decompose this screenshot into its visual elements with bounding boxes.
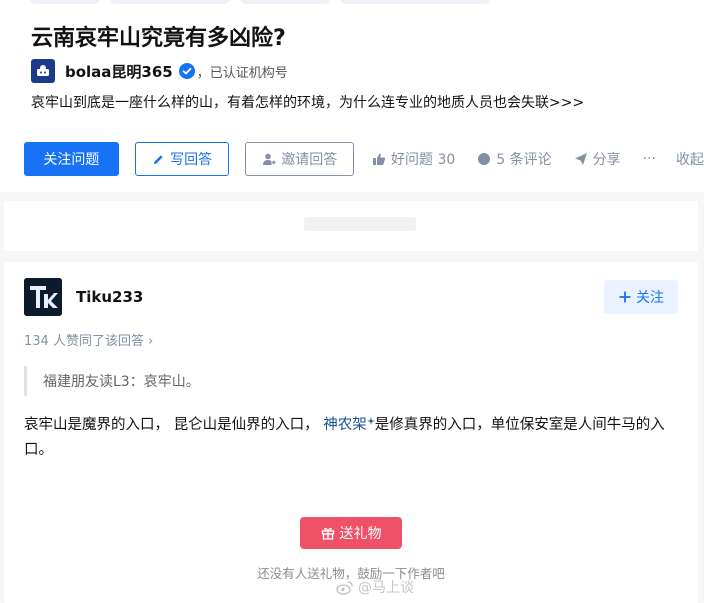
write-answer-label: 写回答 [170,152,213,168]
question-description[interactable]: 哀牢山到底是一座什么样的山，有着怎样的环境，为什么连专业的地质人员也会失联>>> [31,92,584,112]
question-header: 云南哀牢山究竟有多凶险? bolaa昆明365 ，已认证机构号 哀牢山到底是一座… [0,0,704,192]
topic-tags [30,0,490,4]
question-author-name[interactable]: bolaa昆明365 [65,61,173,82]
good-question-label: 好问题 30 [391,152,456,168]
invite-user-icon [263,153,276,165]
send-gift-button[interactable]: 送礼物 [300,517,402,549]
good-question-button[interactable]: 好问题 30 [372,149,455,169]
placeholder-card [4,201,698,251]
plus-icon [619,291,631,303]
write-answer-button[interactable]: 写回答 [134,142,230,176]
comments-label: 5 条评论 [496,152,552,168]
answer-body: 哀牢山是魔界的入口， 昆仑山是仙界的入口， 神农架 是修真界的入口，单位保安室是人… [24,413,684,463]
blurred-content [304,217,416,231]
topic-tag[interactable] [110,0,230,4]
org-avatar[interactable] [31,59,55,83]
topic-tag[interactable] [30,0,100,4]
shennongjia-link-label: 神农架 [323,417,367,433]
topic-tag[interactable] [240,0,330,4]
verified-badge-icon [178,63,195,79]
gift-icon [321,527,334,540]
question-title: 云南哀牢山究竟有多凶险? [31,26,286,51]
send-gift-label: 送礼物 [339,526,382,542]
answer-card: Tiku233 关注 134 人赞同了该回答 › 福建朋友读L3：哀牢山。 哀牢… [4,262,698,603]
shennongjia-link[interactable]: 神农架 [323,417,375,433]
verified-label: ，已认证机构号 [196,65,288,81]
comment-bubble-icon [478,153,491,165]
more-options-button[interactable]: ··· [643,151,656,167]
upvote-count[interactable]: 134 人赞同了该回答 › [24,330,153,349]
comments-button[interactable]: 5 条评论 [477,149,552,169]
answer-author-name[interactable]: Tiku233 [76,288,143,306]
follow-question-button[interactable]: 关注问题 [24,142,119,176]
share-label: 分享 [592,152,621,168]
watermark: @马上谈 [336,577,414,597]
follow-author-label: 关注 [636,290,664,306]
sparkle-icon [366,417,375,425]
share-button[interactable]: 分享 [574,149,621,169]
tk-logo-icon [24,278,62,316]
watermark-text: @马上谈 [358,580,414,596]
answer-quote: 福建朋友读L3：哀牢山。 [24,366,200,396]
follow-author-button[interactable]: 关注 [604,280,678,314]
topic-tag[interactable] [340,0,490,4]
collapse-button[interactable]: 收起 [676,149,704,169]
pencil-icon [153,154,163,164]
invite-answer-button[interactable]: 邀请回答 [245,142,355,176]
org-logo-icon [37,65,49,76]
paper-plane-icon [574,153,587,165]
question-actions: 关注问题 写回答 邀请回答 好问题 30 5 条评论 分享 ··· 收起 [24,142,704,176]
answer-body-part1: 哀牢山是魔界的入口， 昆仑山是仙界的入口， [24,417,324,433]
thumbs-up-icon [373,153,386,165]
avatar[interactable] [24,278,62,316]
invite-answer-label: 邀请回答 [281,152,338,168]
question-author: bolaa昆明365 ，已认证机构号 [31,59,288,83]
weibo-logo-icon [336,580,353,595]
